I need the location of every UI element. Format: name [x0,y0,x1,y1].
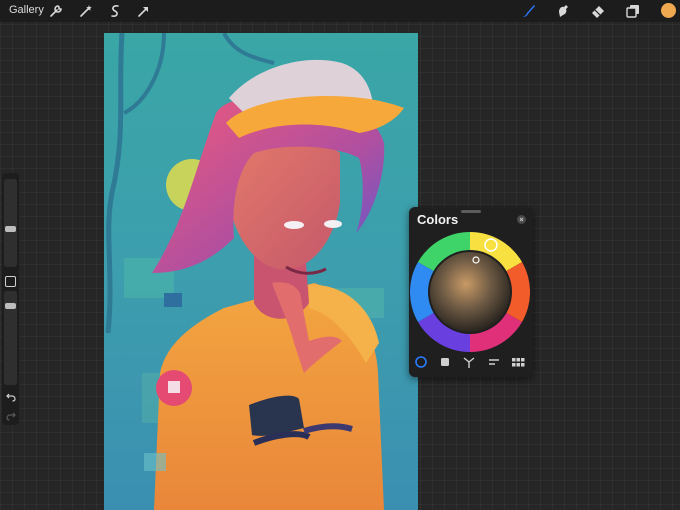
brush-size-slider[interactable] [4,179,17,267]
panel-title: Colors [417,212,459,227]
magic-wand-icon[interactable] [78,3,94,19]
transform-arrow-icon[interactable] [136,3,152,19]
opacity-slider[interactable] [4,291,17,385]
brush-icon[interactable] [521,3,537,19]
opacity-thumb[interactable] [5,303,16,309]
eraser-icon[interactable] [590,3,606,19]
left-sidebar [2,173,19,425]
close-icon[interactable] [517,215,526,224]
selection-icon[interactable] [107,3,123,19]
palettes-tab[interactable] [511,355,525,369]
panel-grabber[interactable] [461,210,481,213]
colors-tabbar [409,355,533,371]
undo-icon[interactable] [6,392,16,402]
redo-icon[interactable] [6,411,16,421]
classic-tab[interactable] [438,355,452,369]
top-toolbar: Gallery [0,0,680,22]
smudge-icon[interactable] [555,3,571,19]
value-tab[interactable] [487,355,501,369]
modify-button[interactable] [5,276,16,287]
artwork-canvas[interactable] [104,33,418,510]
disc-tab[interactable] [414,355,428,369]
layers-icon[interactable] [625,3,641,19]
wrench-icon[interactable] [48,3,64,19]
brush-size-thumb[interactable] [5,226,16,232]
colors-panel: Colors [409,207,533,377]
color-disc[interactable] [410,232,530,352]
current-color-swatch[interactable] [661,3,676,18]
gallery-button[interactable]: Gallery [9,4,44,16]
harmony-tab[interactable] [462,355,476,369]
